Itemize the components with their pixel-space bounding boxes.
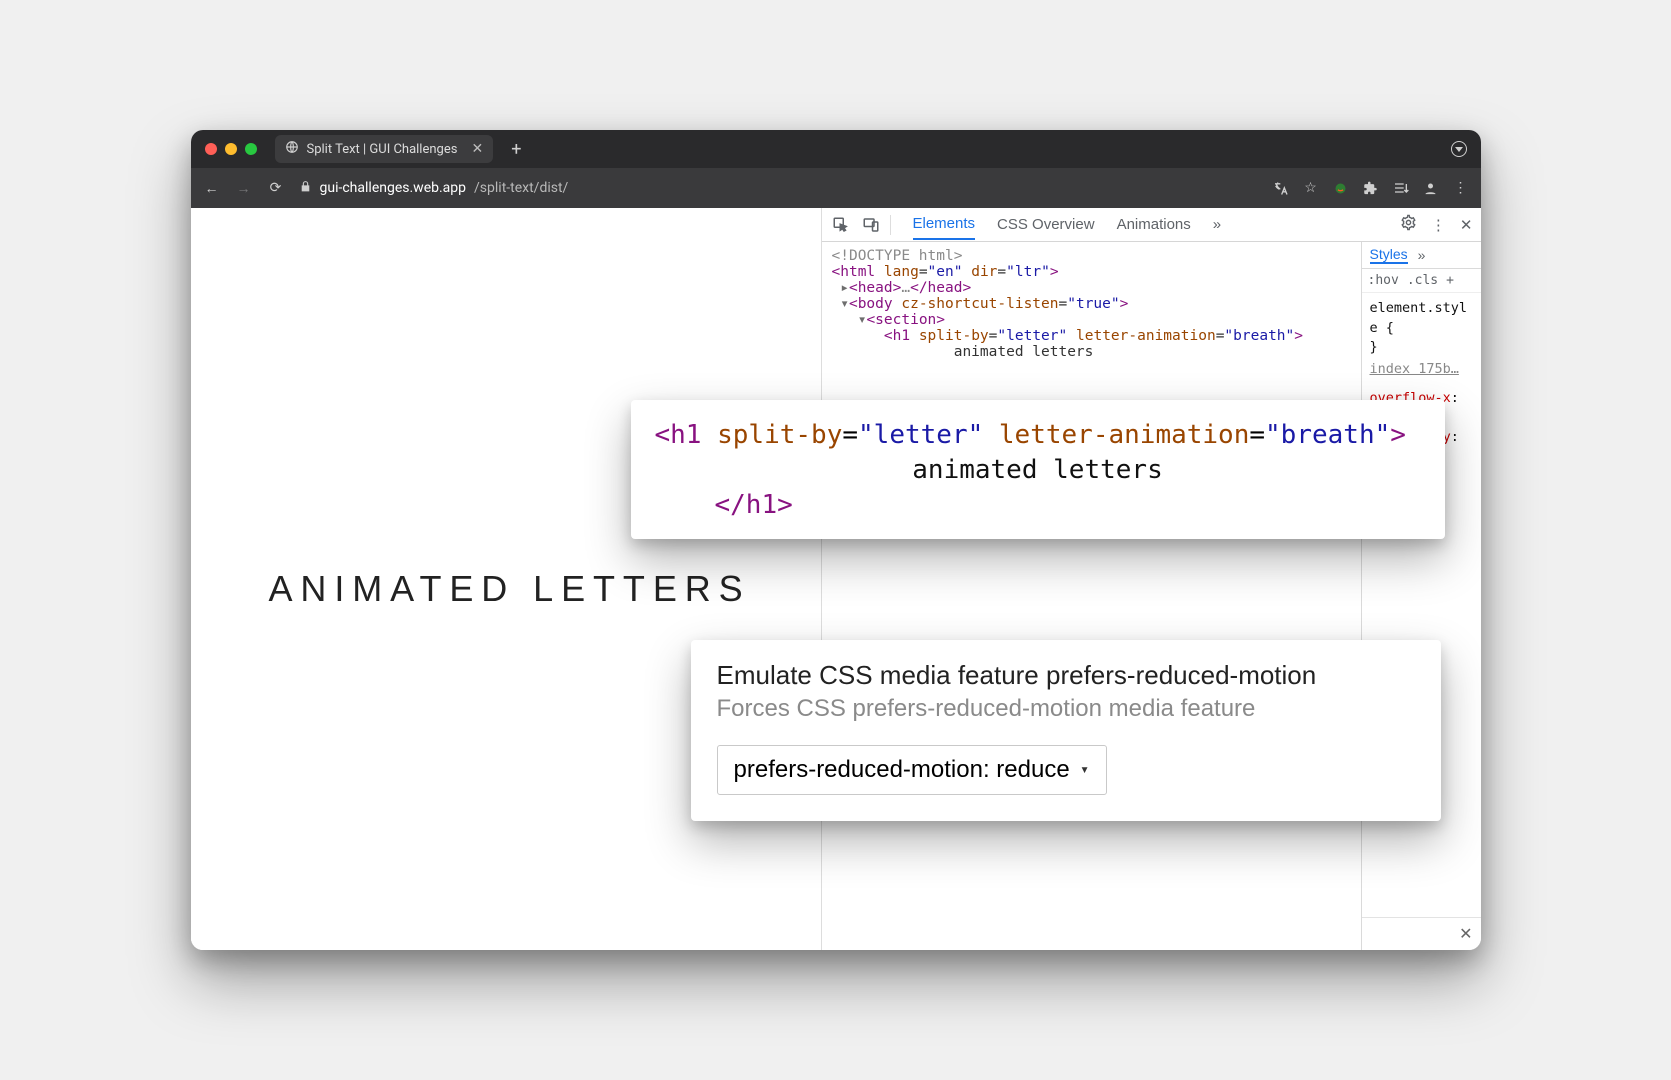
browser-window: Split Text | GUI Challenges ✕ + ← → ⟳ gu… (191, 130, 1481, 950)
minimize-window-button[interactable] (225, 143, 237, 155)
code-callout-text: animated letters (655, 453, 1421, 488)
tab-close-icon[interactable]: ✕ (471, 141, 483, 157)
chevron-down-icon: ▼ (1080, 765, 1090, 776)
drawer-close-icon[interactable]: ✕ (1362, 917, 1481, 950)
tab-animations[interactable]: Animations (1117, 210, 1191, 239)
reload-button[interactable]: ⟳ (267, 180, 285, 196)
globe-icon (285, 140, 299, 158)
toolbar-icons: ☆ ⋮ (1273, 180, 1469, 196)
page-heading: ANIMATED LETTERS (269, 568, 751, 610)
dom-tree[interactable]: <!DOCTYPE html> <html lang="en" dir="ltr… (822, 242, 1361, 950)
new-tab-button[interactable]: + (511, 139, 521, 160)
omnibox-bar: ← → ⟳ gui-challenges.web.app/split-text/… (191, 168, 1481, 208)
code-callout: <h1 split-by="letter" letter-animation="… (631, 400, 1445, 539)
gear-icon[interactable] (1400, 214, 1417, 235)
tab-css-overview[interactable]: CSS Overview (997, 210, 1095, 239)
translate-icon[interactable] (1273, 180, 1289, 196)
titlebar: Split Text | GUI Challenges ✕ + (191, 130, 1481, 168)
emulate-callout-desc: Forces CSS prefers-reduced-motion media … (717, 695, 1415, 723)
add-rule-button[interactable]: + (1446, 273, 1454, 288)
star-icon[interactable]: ☆ (1303, 180, 1319, 196)
devtools-panel: Elements CSS Overview Animations » ⋮ ✕ <… (821, 208, 1481, 950)
hov-button[interactable]: :hov (1368, 273, 1399, 288)
avatar-icon[interactable] (1423, 180, 1439, 196)
browser-tab[interactable]: Split Text | GUI Challenges ✕ (275, 135, 494, 163)
devtools-tab-bar: Elements CSS Overview Animations » ⋮ ✕ (822, 208, 1481, 242)
styles-overflow-icon[interactable]: » (1418, 247, 1426, 263)
code-callout-close: </h1> (715, 490, 793, 520)
rendered-page: ANIMATED LETTERS (191, 208, 821, 950)
close-devtools-icon[interactable]: ✕ (1460, 216, 1473, 234)
dom-doctype: <!DOCTYPE html> (832, 248, 963, 264)
brush-icon[interactable] (1333, 180, 1349, 196)
cls-button[interactable]: .cls (1407, 273, 1438, 288)
kebab-menu-icon[interactable]: ⋮ (1431, 216, 1446, 234)
address-bar[interactable]: gui-challenges.web.app/split-text/dist/ (299, 180, 1259, 197)
styles-pane: Styles » :hov .cls + element.style { } i… (1361, 242, 1481, 950)
tab-elements[interactable]: Elements (913, 209, 976, 240)
tab-title: Split Text | GUI Challenges (307, 142, 458, 157)
lock-icon (299, 180, 312, 197)
tab-styles[interactable]: Styles (1370, 246, 1408, 264)
url-host: gui-challenges.web.app (320, 180, 467, 196)
device-toolbar-icon[interactable] (860, 214, 882, 236)
user-badge-icon[interactable] (1451, 141, 1467, 157)
zoom-window-button[interactable] (245, 143, 257, 155)
emulate-callout-title: Emulate CSS media feature prefers-reduce… (717, 660, 1415, 691)
back-button[interactable]: ← (203, 180, 221, 197)
reading-list-icon[interactable] (1393, 180, 1409, 196)
traffic-lights (205, 143, 257, 155)
inspect-element-icon[interactable] (830, 214, 852, 236)
extensions-icon[interactable] (1363, 180, 1379, 196)
overflow-menu-icon[interactable]: ⋮ (1453, 180, 1469, 196)
source-link[interactable]: index 175b… (1370, 360, 1473, 380)
forward-button[interactable]: → (235, 180, 253, 197)
url-path: /split-text/dist/ (474, 180, 568, 196)
emulate-callout-select[interactable]: prefers-reduced-motion: reduce ▼ (717, 745, 1107, 795)
tabs-overflow-icon[interactable]: » (1213, 216, 1221, 233)
element-style-selector: element.style { (1370, 299, 1473, 338)
close-window-button[interactable] (205, 143, 217, 155)
emulate-callout: Emulate CSS media feature prefers-reduce… (691, 640, 1441, 821)
